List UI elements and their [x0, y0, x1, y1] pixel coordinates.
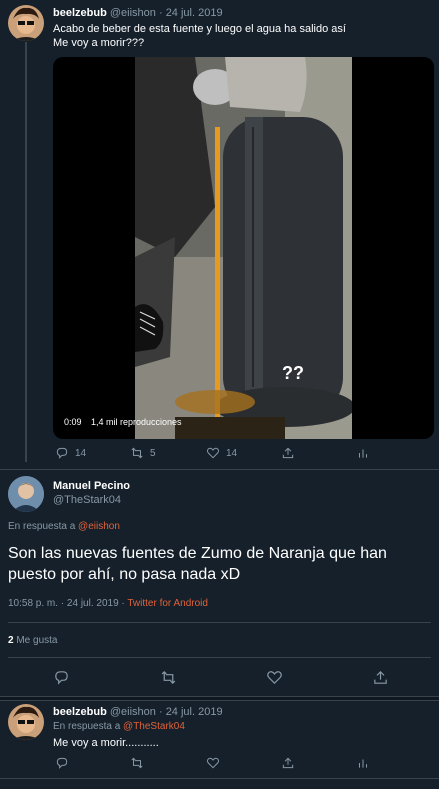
tweet-header: beelzebub @eiishon · 24 jul. 2019 — [53, 7, 223, 19]
video-frame — [135, 57, 352, 439]
retweet-icon — [161, 670, 176, 685]
share-icon — [282, 757, 294, 769]
tweet-timestamp[interactable]: 10:58 p. m. · 24 jul. 2019 · — [8, 598, 125, 609]
heart-icon — [206, 757, 220, 769]
reply-icon — [56, 757, 68, 769]
thread-divider — [0, 696, 439, 701]
analytics-action[interactable] — [356, 756, 370, 770]
tweet-text-line-1: Son las nuevas fuentes de Zumo de Naranj… — [8, 545, 387, 562]
reply-context: En respuesta a @TheStark04 — [53, 721, 185, 732]
reply-action[interactable]: 14 — [55, 446, 86, 460]
avatar[interactable] — [8, 476, 44, 512]
tweet-text-line-1: Acabo de beber de esta fuente y luego el… — [53, 23, 346, 35]
analytics-icon — [359, 759, 367, 768]
retweet-action[interactable]: 5 — [130, 446, 156, 460]
reply-mention[interactable]: @TheStark04 — [123, 721, 185, 732]
tweet-text: Me voy a morir........... — [53, 737, 159, 749]
avatar[interactable] — [8, 5, 44, 41]
separator: · — [158, 7, 163, 19]
likes-summary[interactable]: 2 Me gusta — [8, 635, 57, 646]
reply-count: 14 — [75, 447, 87, 459]
analytics-action[interactable] — [356, 446, 370, 460]
reply-context: En respuesta a @eiishon — [8, 521, 120, 532]
video-player[interactable]: ?? 0:09 1,4 mil reproducciones — [53, 57, 434, 439]
reply-mention[interactable]: @eiishon — [78, 521, 120, 532]
tweet-text-line-2: puesto por ahí, no pasa nada xD — [8, 566, 241, 583]
reply-prefix: En respuesta a — [8, 521, 76, 532]
retweet-icon — [131, 447, 143, 459]
reply-action[interactable] — [53, 669, 70, 691]
divider — [8, 622, 431, 623]
avatar[interactable] — [8, 704, 44, 740]
tweet-text: Son las nuevas fuentes de Zumo de Naranj… — [8, 543, 387, 585]
heart-icon — [206, 447, 220, 459]
video-time: 0:09 — [64, 417, 82, 427]
share-icon — [374, 670, 387, 684]
likes-label: Me gusta — [16, 635, 58, 646]
video-overlay-text: ?? — [282, 363, 304, 383]
thread-line — [25, 42, 27, 462]
like-action[interactable] — [266, 669, 283, 691]
share-action[interactable] — [281, 446, 295, 460]
tweet-client[interactable]: Twitter for Android — [127, 598, 208, 609]
display-name[interactable]: beelzebub — [53, 706, 107, 718]
share-action[interactable] — [372, 669, 389, 691]
handle[interactable]: @eiishon — [110, 7, 156, 19]
retweet-action[interactable] — [130, 756, 144, 770]
share-icon — [282, 447, 294, 459]
like-count: 14 — [226, 447, 238, 459]
video-views: 1,4 mil reproducciones — [91, 417, 182, 427]
retweet-count: 5 — [150, 447, 156, 459]
like-action[interactable] — [206, 756, 220, 770]
tweet-header: beelzebub @eiishon · 24 jul. 2019 — [53, 706, 223, 718]
reply-icon — [55, 671, 68, 685]
tweet-text: Acabo de beber de esta fuente y luego el… — [53, 22, 346, 50]
handle[interactable]: @eiishon — [110, 706, 156, 718]
share-action[interactable] — [281, 756, 295, 770]
display-name[interactable]: Manuel Pecino — [53, 480, 130, 492]
tweet-date[interactable]: 24 jul. 2019 — [166, 7, 223, 19]
separator: · — [158, 706, 163, 718]
handle[interactable]: @TheStark04 — [53, 494, 121, 506]
divider — [0, 778, 439, 779]
divider — [0, 469, 439, 470]
divider — [8, 657, 431, 658]
analytics-icon — [359, 449, 367, 458]
tweet-text-line-2: Me voy a morir??? — [53, 37, 145, 49]
reply-prefix: En respuesta a — [53, 721, 121, 732]
reply-action[interactable] — [55, 756, 69, 770]
tweet-meta: 10:58 p. m. · 24 jul. 2019 · Twitter for… — [8, 598, 208, 609]
tweet-1[interactable]: beelzebub @eiishon · 24 jul. 2019 Acabo … — [0, 0, 439, 470]
reply-icon — [56, 447, 68, 459]
retweet-action[interactable] — [160, 669, 177, 691]
heart-icon — [267, 671, 282, 685]
like-action[interactable]: 14 — [206, 446, 237, 460]
tweet-date[interactable]: 24 jul. 2019 — [166, 706, 223, 718]
likes-count: 2 — [8, 635, 14, 646]
retweet-icon — [131, 757, 143, 769]
display-name[interactable]: beelzebub — [53, 7, 107, 19]
